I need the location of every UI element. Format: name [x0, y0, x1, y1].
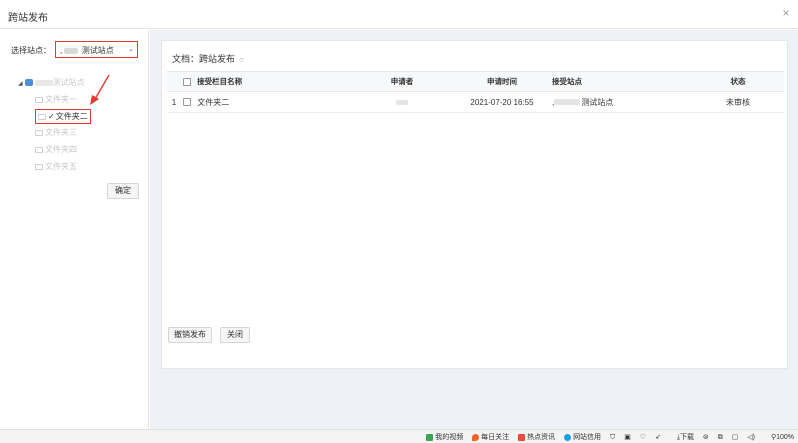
redacted-text — [34, 79, 53, 86]
select-all-checkbox[interactable] — [183, 78, 191, 87]
revoke-publish-button[interactable]: 撤销发布 — [168, 327, 212, 343]
folder-icon — [35, 163, 43, 170]
site-credit-item[interactable]: 网站信用 — [564, 433, 601, 441]
row-checkbox[interactable] — [183, 98, 191, 107]
tree-item-folder-4[interactable]: 文件夹四 — [35, 144, 77, 155]
window-icon[interactable]: ▢ — [732, 434, 739, 441]
publish-table: 接受栏目名称 申请者 申请时间 接受站点 状态 1 文件夹二 2021-07-2… — [167, 71, 784, 113]
document-name: 跨站发布 — [199, 54, 236, 64]
news-icon — [518, 433, 526, 441]
statusbar-items: 我的视频 每日关注 热点资讯 网站信用 ⛉ ▣ ♡ ➶ ⤓下载 ⊜ ⧉ ▢ ◁)… — [419, 432, 794, 442]
site-panel: 选择站点： , 测试站点 ⌄ ◢ 测试站点 文件夹一 ✓文件夹二 文件夹三 文件… — [0, 30, 149, 429]
tree-root-label: 测试站点 — [52, 78, 85, 87]
download-item[interactable]: ⤓下载 — [670, 434, 694, 441]
row-site-name: 测试站点 — [581, 97, 614, 107]
copy-icon[interactable]: ⧉ — [718, 434, 723, 441]
redacted-text — [554, 99, 581, 106]
volume-icon[interactable]: ◁) — [747, 434, 755, 441]
folder-icon — [35, 129, 43, 136]
close-button[interactable]: 关闭 — [220, 327, 250, 343]
folder-icon — [35, 96, 43, 103]
row-column-name: 文件夹二 — [197, 97, 230, 107]
tree-item-label: 文件夹二 — [55, 112, 88, 121]
column-name-header: 接受栏目名称 — [181, 71, 347, 92]
hot-news-item[interactable]: 热点资讯 — [518, 433, 555, 441]
dialog-title: 跨站发布 — [8, 13, 48, 24]
tree-item-label: 文件夹四 — [45, 145, 77, 154]
folder-icon — [38, 113, 46, 120]
document-title: 文档：跨站发布 ○ — [172, 52, 244, 65]
row-column-name-cell: 文件夹二 — [181, 91, 347, 113]
confirm-button[interactable]: 确定 — [107, 183, 139, 199]
game-icon[interactable]: ⊜ — [703, 434, 709, 441]
expand-icon[interactable]: ◢ — [18, 81, 23, 87]
image-icon[interactable]: ▣ — [624, 434, 631, 441]
document-label: 文档： — [172, 54, 200, 64]
checkmark-icon: ✓ — [48, 112, 55, 121]
drop-icon — [564, 433, 572, 441]
chevron-down-icon: ⌄ — [128, 46, 134, 53]
site-icon — [24, 79, 33, 87]
content-area: 文档：跨站发布 ○ 接受栏目名称 申请者 申请时间 接受站点 状态 1 文件夹二… — [150, 30, 798, 429]
publish-list-card: 文档：跨站发布 ○ 接受栏目名称 申请者 申请时间 接受站点 状态 1 文件夹二… — [161, 40, 788, 369]
close-icon[interactable]: × — [780, 7, 792, 19]
tree-item-label: 文件夹三 — [45, 128, 77, 137]
tree-item-folder-1[interactable]: 文件夹一 — [35, 94, 77, 105]
site-header: 接受站点 — [547, 71, 692, 92]
tree-item-folder-2[interactable]: ✓文件夹二 — [35, 109, 91, 124]
site-select-value: 测试站点 — [81, 46, 114, 55]
column-header-label: 接受栏目名称 — [197, 77, 243, 86]
tree-item-label: 文件夹五 — [45, 162, 77, 171]
zoom-item[interactable]: ⚲100% — [764, 434, 794, 441]
row-time: 2021-07-20 16:55 — [457, 91, 547, 113]
row-site: , 测试站点 — [547, 91, 692, 113]
site-select[interactable]: , 测试站点 ⌄ — [55, 41, 138, 58]
folder-icon — [35, 146, 43, 153]
browser-statusbar: 我的视频 每日关注 热点资讯 网站信用 ⛉ ▣ ♡ ➶ ⤓下载 ⊜ ⧉ ▢ ◁)… — [0, 429, 798, 443]
status-header: 状态 — [692, 71, 784, 92]
applicant-header: 申请者 — [347, 71, 457, 92]
heart-icon[interactable]: ♡ — [640, 434, 646, 441]
tree-item-label: 文件夹一 — [45, 95, 77, 104]
shield-icon[interactable]: ⛉ — [610, 434, 615, 441]
redacted-text — [64, 47, 79, 54]
rocket-icon[interactable]: ➶ — [655, 434, 661, 441]
video-icon — [426, 433, 434, 441]
annotation-arrow — [90, 74, 110, 105]
tree-root[interactable]: ◢ 测试站点 — [18, 77, 85, 88]
status-badge: 未审核 — [692, 91, 784, 113]
site-select-label: 选择站点： — [11, 46, 51, 55]
row-index: 1 — [167, 91, 181, 113]
site-select-prefix: , — [60, 46, 63, 55]
table-header-row: 接受栏目名称 申请者 申请时间 接受站点 状态 — [167, 71, 784, 92]
dialog-titlebar: 跨站发布 × — [0, 0, 798, 29]
refresh-icon[interactable]: ○ — [239, 55, 244, 64]
index-header — [167, 71, 181, 92]
flame-icon — [472, 433, 480, 441]
tree-item-folder-5[interactable]: 文件夹五 — [35, 161, 77, 172]
publish-dialog: 跨站发布 × 选择站点： , 测试站点 ⌄ ◢测试站点 文件夹一 ✓文件夹二 — [0, 0, 798, 429]
table-row[interactable]: 1 文件夹二 2021-07-20 16:55 , 测试站点 未审核 — [167, 91, 784, 113]
tree-item-folder-3[interactable]: 文件夹三 — [35, 127, 77, 138]
redacted-text — [396, 99, 408, 105]
daily-focus-item[interactable]: 每日关注 — [472, 433, 509, 441]
time-header: 申请时间 — [457, 71, 547, 92]
my-video-item[interactable]: 我的视频 — [426, 433, 463, 441]
row-applicant — [347, 91, 457, 113]
